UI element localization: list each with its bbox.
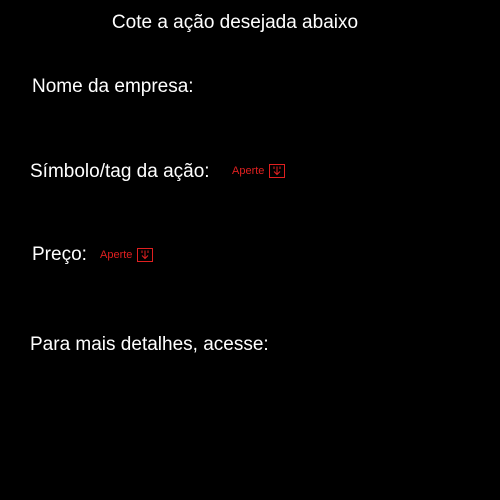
page-title: Cote a ação desejada abaixo (111, 12, 359, 33)
company-name-label: Nome da empresa: (32, 76, 194, 97)
download-arrow-icon (137, 248, 154, 262)
price-press-label: Aperte (100, 249, 133, 261)
price-label: Preço: (32, 244, 87, 265)
symbol-press-label: Aperte (232, 165, 265, 177)
stock-symbol-label: Símbolo/tag da ação: (30, 161, 210, 182)
symbol-press-button[interactable]: Aperte (232, 164, 286, 178)
price-press-button[interactable]: Aperte (100, 248, 154, 262)
download-arrow-icon (269, 164, 286, 178)
details-label: Para mais detalhes, acesse: (30, 334, 269, 355)
